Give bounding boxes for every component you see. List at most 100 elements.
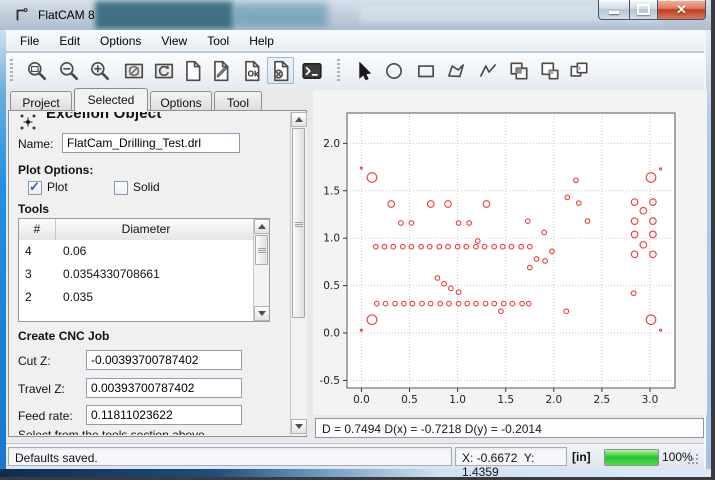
arrow-up-icon: [258, 224, 266, 229]
svg-text:0.5: 0.5: [323, 280, 340, 292]
zoom-out-icon: [58, 60, 80, 82]
window-frame: FlatCAM 8 ✕ File Edit Options View Tool …: [0, 0, 711, 477]
flatcam-logo-icon: [13, 6, 31, 24]
background-bleed: [95, 1, 233, 29]
scroll-up-button[interactable]: [254, 219, 270, 234]
solid-checkbox-label: Solid: [133, 180, 160, 194]
pointer-icon: [353, 60, 375, 82]
shell-icon: [301, 60, 323, 82]
minimize-icon: [609, 11, 619, 14]
tool-diameter: 0.035: [63, 290, 93, 304]
toolbar-drag-handle[interactable]: [337, 59, 340, 82]
scroll-down-button[interactable]: [291, 419, 307, 434]
geometry-union-button[interactable]: [505, 57, 532, 84]
geometry-move-button[interactable]: [565, 57, 592, 84]
accept-object-button[interactable]: Ok: [238, 57, 265, 84]
titlebar[interactable]: FlatCAM 8 ✕: [0, 0, 711, 30]
draw-path-button[interactable]: [474, 57, 501, 84]
new-project-button[interactable]: [179, 57, 206, 84]
plot-checkbox-label: Plot: [47, 180, 68, 194]
tab-tool[interactable]: Tool: [214, 91, 262, 111]
clear-plot-button[interactable]: [120, 57, 147, 84]
delete-object-button[interactable]: [267, 57, 294, 84]
draw-polygon-button[interactable]: [442, 57, 469, 84]
scroll-down-button[interactable]: [254, 306, 270, 321]
new-document-icon: [182, 60, 204, 82]
edit-document-icon: [210, 60, 232, 82]
panel-scrollbar[interactable]: [290, 112, 307, 435]
copy-shapes-icon: [539, 60, 561, 82]
toolbar-drag-handle[interactable]: [10, 59, 13, 82]
cutz-input[interactable]: [86, 350, 242, 370]
svg-text:2.5: 2.5: [594, 394, 611, 406]
menu-file[interactable]: File: [10, 31, 49, 51]
column-diameter: Diameter: [55, 222, 237, 236]
table-scrollbar[interactable]: [253, 219, 270, 321]
feedrate-input[interactable]: [86, 405, 242, 425]
cutz-label: Cut Z:: [18, 354, 51, 368]
tool-diameter: 0.0354330708661: [63, 267, 160, 281]
thumb-grip: [295, 222, 303, 227]
menu-options[interactable]: Options: [90, 31, 151, 51]
arrow-down-icon: [295, 424, 303, 429]
units-label: [in]: [572, 450, 591, 464]
close-button[interactable]: ✕: [657, 0, 706, 20]
shell-button[interactable]: [298, 57, 325, 84]
tab-selected[interactable]: Selected: [74, 88, 148, 111]
geometry-copy-button[interactable]: [536, 57, 563, 84]
scroll-up-button[interactable]: [291, 112, 307, 127]
replot-button[interactable]: [150, 57, 177, 84]
plot-options-label: Plot Options:: [18, 163, 93, 177]
draw-circle-button[interactable]: [380, 57, 407, 84]
menu-view[interactable]: View: [151, 31, 197, 51]
scrollbar-thumb[interactable]: [292, 128, 305, 318]
zoom-out-button[interactable]: [55, 57, 82, 84]
minimize-button[interactable]: [598, 0, 630, 20]
tools-table: # Diameter 4 0.06 3 0.0354330708661 2 0: [18, 218, 270, 322]
thumb-grip: [258, 248, 266, 253]
plot-checkbox[interactable]: [28, 181, 42, 195]
ok-document-icon: Ok: [241, 60, 263, 82]
tool-number: 3: [25, 267, 32, 281]
menu-help[interactable]: Help: [239, 31, 284, 51]
menu-tool[interactable]: Tool: [197, 31, 239, 51]
svg-text:2.0: 2.0: [545, 394, 562, 406]
travelz-input[interactable]: [86, 378, 242, 398]
maximize-button[interactable]: [629, 0, 658, 20]
table-row[interactable]: 2 0.035: [19, 286, 253, 310]
resize-grip[interactable]: [688, 454, 700, 466]
zoom-fit-button[interactable]: [23, 57, 50, 84]
object-name-input[interactable]: [62, 133, 240, 153]
solid-checkbox[interactable]: [114, 181, 128, 195]
travelz-label: Travel Z:: [18, 382, 65, 396]
coordinate-x: X: -0.6672: [462, 451, 517, 465]
svg-text:2.0: 2.0: [323, 138, 340, 150]
zoom-in-button[interactable]: [86, 57, 113, 84]
svg-text:1.0: 1.0: [323, 233, 340, 245]
replot-icon: [153, 60, 175, 82]
svg-text:3.0: 3.0: [642, 394, 659, 406]
cnc-section-title: Create CNC Job: [18, 329, 109, 343]
tool-diameter: 0.06: [63, 244, 86, 258]
table-row[interactable]: [19, 309, 253, 322]
table-row[interactable]: 3 0.0354330708661: [19, 263, 253, 287]
plot-canvas[interactable]: 0.00.51.01.52.02.53.0-0.50.00.51.01.52.0: [313, 90, 707, 415]
tab-options[interactable]: Options: [150, 91, 212, 111]
menu-edit[interactable]: Edit: [49, 31, 90, 51]
table-row[interactable]: 4 0.06: [19, 240, 253, 264]
scrollbar-thumb[interactable]: [255, 235, 268, 265]
path-tool-icon: [477, 60, 499, 82]
edit-object-button[interactable]: [207, 57, 234, 84]
svg-text:Ok: Ok: [247, 69, 258, 78]
svg-text:0.0: 0.0: [323, 328, 340, 340]
draw-rectangle-button[interactable]: [412, 57, 439, 84]
excellon-object-icon: [18, 113, 40, 131]
panel-scroll-content: Excellon Object Name: Plot Options: Plot…: [10, 112, 290, 435]
polygon-tool-icon: [445, 60, 467, 82]
select-tool-button[interactable]: [350, 57, 377, 84]
column-number: #: [19, 222, 55, 236]
tab-project[interactable]: Project: [10, 91, 72, 111]
rectangle-tool-icon: [415, 60, 437, 82]
arrow-up-icon: [295, 117, 303, 122]
close-icon: ✕: [676, 3, 687, 16]
